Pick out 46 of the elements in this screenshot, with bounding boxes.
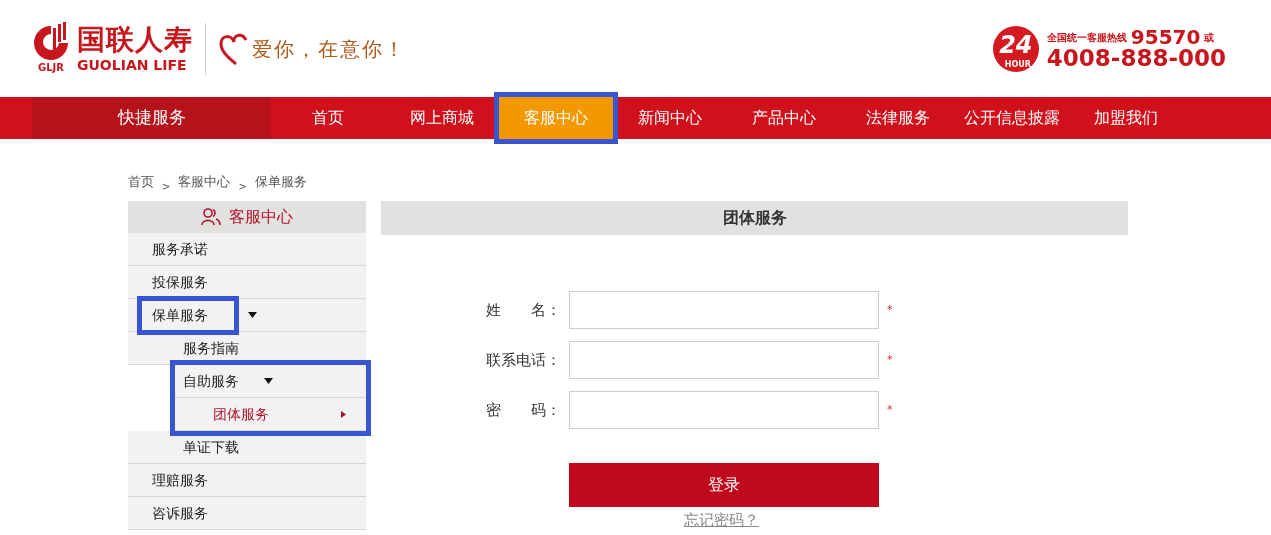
sidebar-item[interactable]: 保单服务	[128, 299, 366, 332]
required-mark: *	[887, 351, 893, 368]
breadcrumb-link[interactable]: 首页	[128, 172, 154, 201]
field-label: 密 码：	[485, 399, 561, 421]
caret-icon	[341, 410, 346, 418]
brand-name-english: GUOLIAN LIFE	[77, 57, 188, 72]
sidebar-title: 客服中心	[229, 206, 293, 228]
nav-tab[interactable]: 新闻中心	[613, 97, 727, 139]
breadcrumb-link[interactable]: 保单服务	[254, 172, 307, 201]
nav-tab[interactable]: 公开信息披露	[955, 97, 1069, 139]
forgot-password-link[interactable]: 忘记密码？	[684, 511, 759, 529]
sidebar-item[interactable]: 投保服务	[128, 266, 366, 299]
hotline-badge: 24 HOUR	[992, 25, 1039, 72]
sidebar-item[interactable]: 理赔服务	[128, 464, 366, 497]
nav-tab[interactable]: 法律服务	[841, 97, 955, 139]
hotline-number: 4008-888-000	[1046, 47, 1226, 70]
hotline-or: 或	[1204, 30, 1215, 45]
hotline-label: 全国统一客服热线	[1046, 30, 1127, 45]
caret-icon	[248, 312, 257, 318]
required-mark: *	[887, 401, 893, 418]
sidebar-item[interactable]: 服务承诺	[128, 233, 366, 266]
slogan: 爱你，在意你！	[252, 35, 406, 63]
breadcrumb-separator: >	[162, 180, 171, 194]
input-field[interactable]	[569, 391, 879, 429]
nav-tab[interactable]: 加盟我们	[1069, 97, 1183, 139]
sidebar-item[interactable]: 单证下载	[128, 431, 366, 464]
sidebar-item[interactable]: 咨诉服务	[128, 497, 366, 530]
nav-tab[interactable]: 产品中心	[727, 97, 841, 139]
input-field[interactable]	[569, 291, 879, 329]
logo-text: GLJR	[38, 61, 64, 75]
hotline-number: 95570	[1130, 27, 1201, 47]
brand-name: 国联人寿	[77, 25, 193, 54]
nav-tab[interactable]: 首页	[271, 97, 385, 139]
breadcrumb-separator: >	[238, 180, 247, 194]
nav-tab[interactable]: 网上商城	[385, 97, 499, 139]
field-label: 姓 名：	[485, 299, 561, 321]
panel-title: 团体服务	[381, 201, 1128, 235]
breadcrumb-link[interactable]: 客服中心	[178, 172, 231, 201]
field-label: 联系电话：	[485, 349, 561, 371]
people-icon	[201, 208, 221, 226]
login-button[interactable]: 登录	[569, 463, 879, 507]
logo-icon	[33, 22, 69, 60]
quick-service-button[interactable]: 快捷服务	[32, 97, 271, 139]
caret-icon	[264, 378, 273, 384]
input-field[interactable]	[569, 341, 879, 379]
required-mark: *	[887, 301, 893, 318]
